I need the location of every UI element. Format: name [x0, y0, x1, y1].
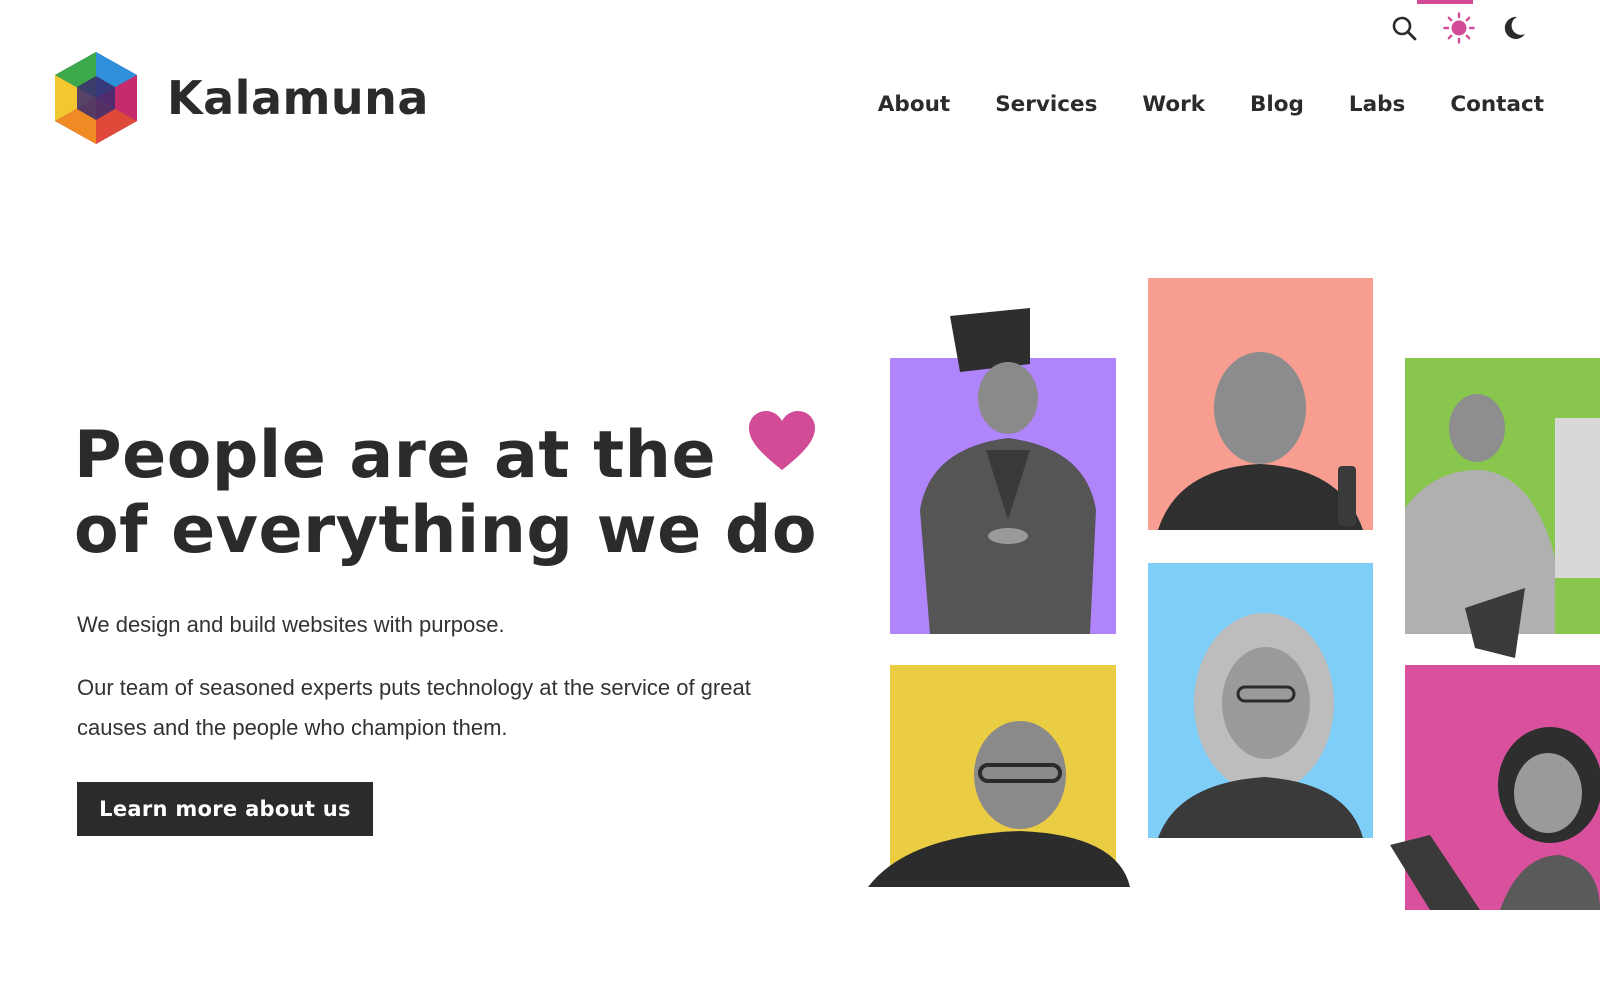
photo-tile-woman-smiling: [1390, 665, 1600, 910]
brand-logo[interactable]: Kalamuna: [55, 52, 429, 144]
learn-more-button[interactable]: Learn more about us: [77, 782, 373, 836]
nav-blog[interactable]: Blog: [1250, 92, 1304, 117]
photo-tile-graduate: [890, 300, 1116, 634]
monk-portrait-image: [1148, 278, 1373, 530]
hero-title: People are at the of everything we do: [74, 411, 818, 568]
hero-title-line2: of everything we do: [74, 493, 818, 568]
technician-portrait-image: [1405, 358, 1600, 658]
brand-name: Kalamuna: [167, 71, 429, 125]
search-button[interactable]: [1388, 12, 1420, 44]
kalamuna-hexagon-icon: [55, 52, 137, 144]
photo-tile-boy: [868, 665, 1133, 887]
nav-about[interactable]: About: [878, 92, 950, 117]
woman-glasses-portrait-image: [1148, 563, 1373, 838]
nav-labs[interactable]: Labs: [1349, 92, 1405, 117]
main-nav: About Services Work Blog Labs Contact: [833, 92, 1544, 117]
sun-icon: [1443, 12, 1475, 44]
photo-tile-technician: [1405, 358, 1600, 658]
graduate-portrait-image: [890, 308, 1116, 634]
hero-body: Our team of seasoned experts puts techno…: [77, 675, 751, 740]
boy-portrait-image: [868, 665, 1130, 887]
photo-tile-monk: [1148, 278, 1373, 530]
dark-mode-button[interactable]: [1498, 12, 1530, 44]
nav-work[interactable]: Work: [1142, 92, 1205, 117]
hero-title-line1: People are at the: [74, 418, 717, 493]
nav-contact[interactable]: Contact: [1450, 92, 1544, 117]
active-mode-indicator: [1417, 0, 1473, 4]
photo-tile-woman-glasses: [1148, 563, 1373, 838]
hero-subtitle: We design and build websites with purpos…: [77, 612, 505, 637]
heart-icon: [749, 411, 816, 470]
woman-smiling-portrait-image: [1390, 665, 1600, 910]
search-icon: [1392, 16, 1417, 41]
light-mode-button[interactable]: [1443, 12, 1475, 44]
moon-icon: [1504, 16, 1525, 39]
nav-services[interactable]: Services: [995, 92, 1097, 117]
